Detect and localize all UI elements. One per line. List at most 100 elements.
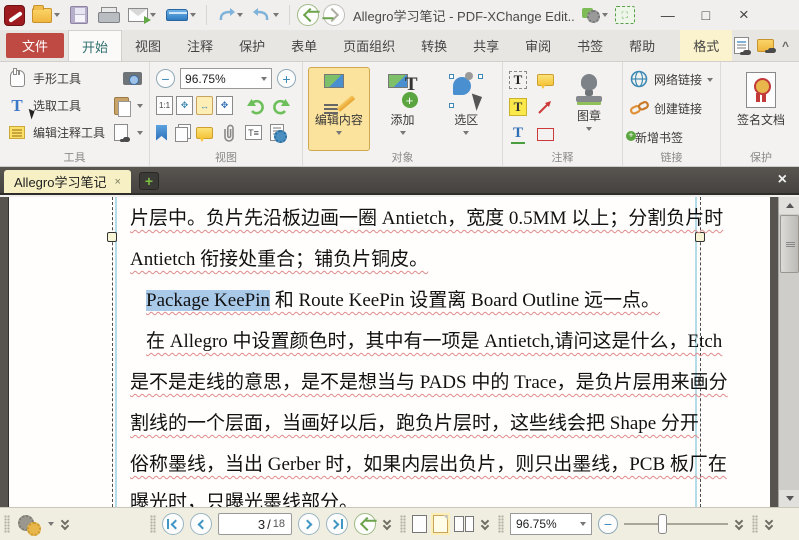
- fullscreen-session-button[interactable]: ⛶: [614, 6, 635, 24]
- text-line[interactable]: 是不是走线的意思，是不是想当与 PADS 中的 Trace，是负片层用来画分: [130, 367, 728, 397]
- next-page-button[interactable]: [298, 513, 320, 535]
- text-line[interactable]: 在 Allegro 中设置颜色时，其中有一项是 Antietch,请问这是什么，…: [130, 326, 722, 356]
- bookmarks-pane-icon[interactable]: [156, 124, 168, 141]
- underline-text-button[interactable]: T: [507, 123, 529, 145]
- maximize-button[interactable]: □: [689, 2, 723, 28]
- content-box-left-handle[interactable]: [107, 232, 117, 242]
- toolbar-grip[interactable]: [150, 515, 156, 533]
- weblink-button[interactable]: 网络链接: [627, 65, 716, 94]
- expand-nav-toolbar-icon[interactable]: [382, 516, 394, 531]
- tab-home[interactable]: 开始: [68, 30, 123, 61]
- scan-button[interactable]: [163, 3, 199, 27]
- previous-view-button[interactable]: [354, 513, 376, 535]
- toolbar-grip[interactable]: [498, 515, 504, 533]
- edit-content-button[interactable]: 编辑内容: [308, 67, 370, 151]
- search-folder-icon[interactable]: [756, 39, 776, 53]
- tab-convert[interactable]: 转换: [408, 30, 460, 61]
- fit-visible-button[interactable]: ✥: [216, 96, 234, 115]
- tab-help[interactable]: 帮助: [616, 30, 668, 61]
- attachments-pane-icon[interactable]: [221, 124, 237, 142]
- expand-right-toolbar-icon[interactable]: [764, 516, 776, 531]
- select-tool-button[interactable]: T 选取工具: [4, 92, 145, 119]
- two-page-layout-button[interactable]: [454, 516, 474, 532]
- zoom-out-status-button[interactable]: −: [598, 514, 618, 534]
- undo-dropdown-caret[interactable]: [237, 13, 243, 17]
- undo-button[interactable]: [214, 3, 246, 27]
- tab-comment[interactable]: 注释: [174, 30, 226, 61]
- single-page-layout-button[interactable]: [412, 515, 427, 533]
- zoom-slider-handle[interactable]: [658, 514, 667, 534]
- zoom-dropdown-caret[interactable]: [261, 76, 268, 81]
- open-dropdown-caret[interactable]: [54, 13, 60, 17]
- fit-width-button[interactable]: ↔: [196, 96, 214, 115]
- forward-button[interactable]: [323, 4, 345, 26]
- vertical-scrollbar[interactable]: [778, 197, 799, 507]
- close-document-button[interactable]: ×: [766, 167, 799, 193]
- ui-options-button[interactable]: [579, 3, 611, 27]
- print-button[interactable]: [95, 3, 121, 27]
- redo-button[interactable]: [250, 3, 282, 27]
- scroll-up-button[interactable]: [779, 197, 799, 214]
- close-button[interactable]: ×: [727, 2, 761, 28]
- last-page-button[interactable]: [326, 513, 348, 535]
- tab-form[interactable]: 表单: [278, 30, 330, 61]
- edit-comment-tool-button[interactable]: 编辑注释工具: [4, 119, 145, 146]
- tab-file[interactable]: 文件: [6, 33, 65, 58]
- tab-review[interactable]: 审阅: [512, 30, 564, 61]
- tab-organize[interactable]: 页面组织: [330, 30, 408, 61]
- text-line[interactable]: 曝光时，只曝光墨线部分。: [130, 487, 702, 507]
- zoom-level-combobox[interactable]: 96.75%: [180, 68, 273, 89]
- fields-pane-icon[interactable]: T≡: [245, 125, 263, 140]
- arrow-annot-button[interactable]: [534, 96, 556, 118]
- document-tab-close-icon[interactable]: ×: [114, 176, 120, 188]
- tab-view[interactable]: 视图: [122, 30, 174, 61]
- text-line[interactable]: Package KeePin 和 Route KeePin 设置离 Board …: [130, 285, 702, 315]
- text-line[interactable]: Antietch 衔接处重合；铺负片铜皮。: [130, 244, 702, 274]
- sign-document-button[interactable]: 签名文档: [725, 65, 797, 149]
- tab-bookmarks[interactable]: 书签: [564, 30, 616, 61]
- ui-options-caret[interactable]: [601, 13, 608, 17]
- text-line[interactable]: 片层中。负片先沿板边画一圈 Antietch，宽度 0.5MM 以上；分割负片时: [130, 203, 723, 233]
- rotate-ccw-button[interactable]: [245, 95, 267, 117]
- add-caret[interactable]: [399, 131, 406, 135]
- document-tab[interactable]: Allegro学习笔记 ×: [4, 170, 131, 193]
- page-number-input[interactable]: 3 / 18: [218, 513, 292, 535]
- text-line[interactable]: 俗称墨线，当出 Gerber 时，如果内层出负片，则只出墨线，PCB 板厂在: [130, 449, 727, 479]
- scrollbar-thumb[interactable]: [780, 215, 799, 273]
- scroll-down-button[interactable]: [779, 490, 799, 507]
- selection-caret[interactable]: [463, 131, 470, 135]
- typewriter-button[interactable]: T: [507, 69, 529, 91]
- stamp-button[interactable]: 图章: [561, 67, 617, 151]
- options-caret[interactable]: [48, 522, 54, 526]
- actual-size-button[interactable]: 1:1: [156, 96, 174, 115]
- paste-dropdown-caret[interactable]: [137, 103, 144, 108]
- collapse-ribbon-button[interactable]: ^: [782, 39, 789, 53]
- zoom-out-button[interactable]: −: [156, 69, 176, 88]
- selection-button[interactable]: 选区: [435, 67, 497, 151]
- pdf-page[interactable]: 片层中。负片先沿板边画一圈 Antietch，宽度 0.5MM 以上；分割负片时…: [8, 197, 770, 507]
- editable-text-block[interactable]: 片层中。负片先沿板边画一圈 Antietch，宽度 0.5MM 以上；分割负片时…: [130, 197, 728, 507]
- weblink-caret[interactable]: [707, 77, 714, 82]
- minimize-button[interactable]: —: [651, 2, 685, 28]
- open-button[interactable]: [29, 3, 63, 27]
- expand-layout-toolbar-icon[interactable]: [480, 516, 492, 531]
- fit-width-layout-button[interactable]: [431, 513, 450, 535]
- search-document-icon[interactable]: [733, 37, 751, 55]
- toolbar-grip[interactable]: [752, 515, 758, 533]
- expand-toolbar-icon[interactable]: [60, 516, 72, 531]
- tab-share[interactable]: 共享: [460, 30, 512, 61]
- add-bookmark-button[interactable]: + 新增书签: [626, 123, 716, 152]
- sticky-note-button[interactable]: [534, 69, 556, 91]
- snapshot-button[interactable]: [121, 68, 143, 90]
- redo-dropdown-caret[interactable]: [273, 13, 279, 17]
- zoom-slider[interactable]: [624, 513, 728, 535]
- email-button[interactable]: [125, 3, 159, 27]
- new-tab-button[interactable]: +: [138, 172, 159, 190]
- add-button[interactable]: T + 添加: [372, 67, 434, 151]
- zoom-in-button[interactable]: +: [277, 69, 297, 88]
- fit-page-button[interactable]: ✥: [176, 96, 194, 115]
- comments-pane-icon[interactable]: [196, 126, 214, 142]
- options-gears-icon[interactable]: [16, 514, 42, 536]
- tab-protect[interactable]: 保护: [226, 30, 278, 61]
- expand-zoom-toolbar-icon[interactable]: [734, 516, 746, 531]
